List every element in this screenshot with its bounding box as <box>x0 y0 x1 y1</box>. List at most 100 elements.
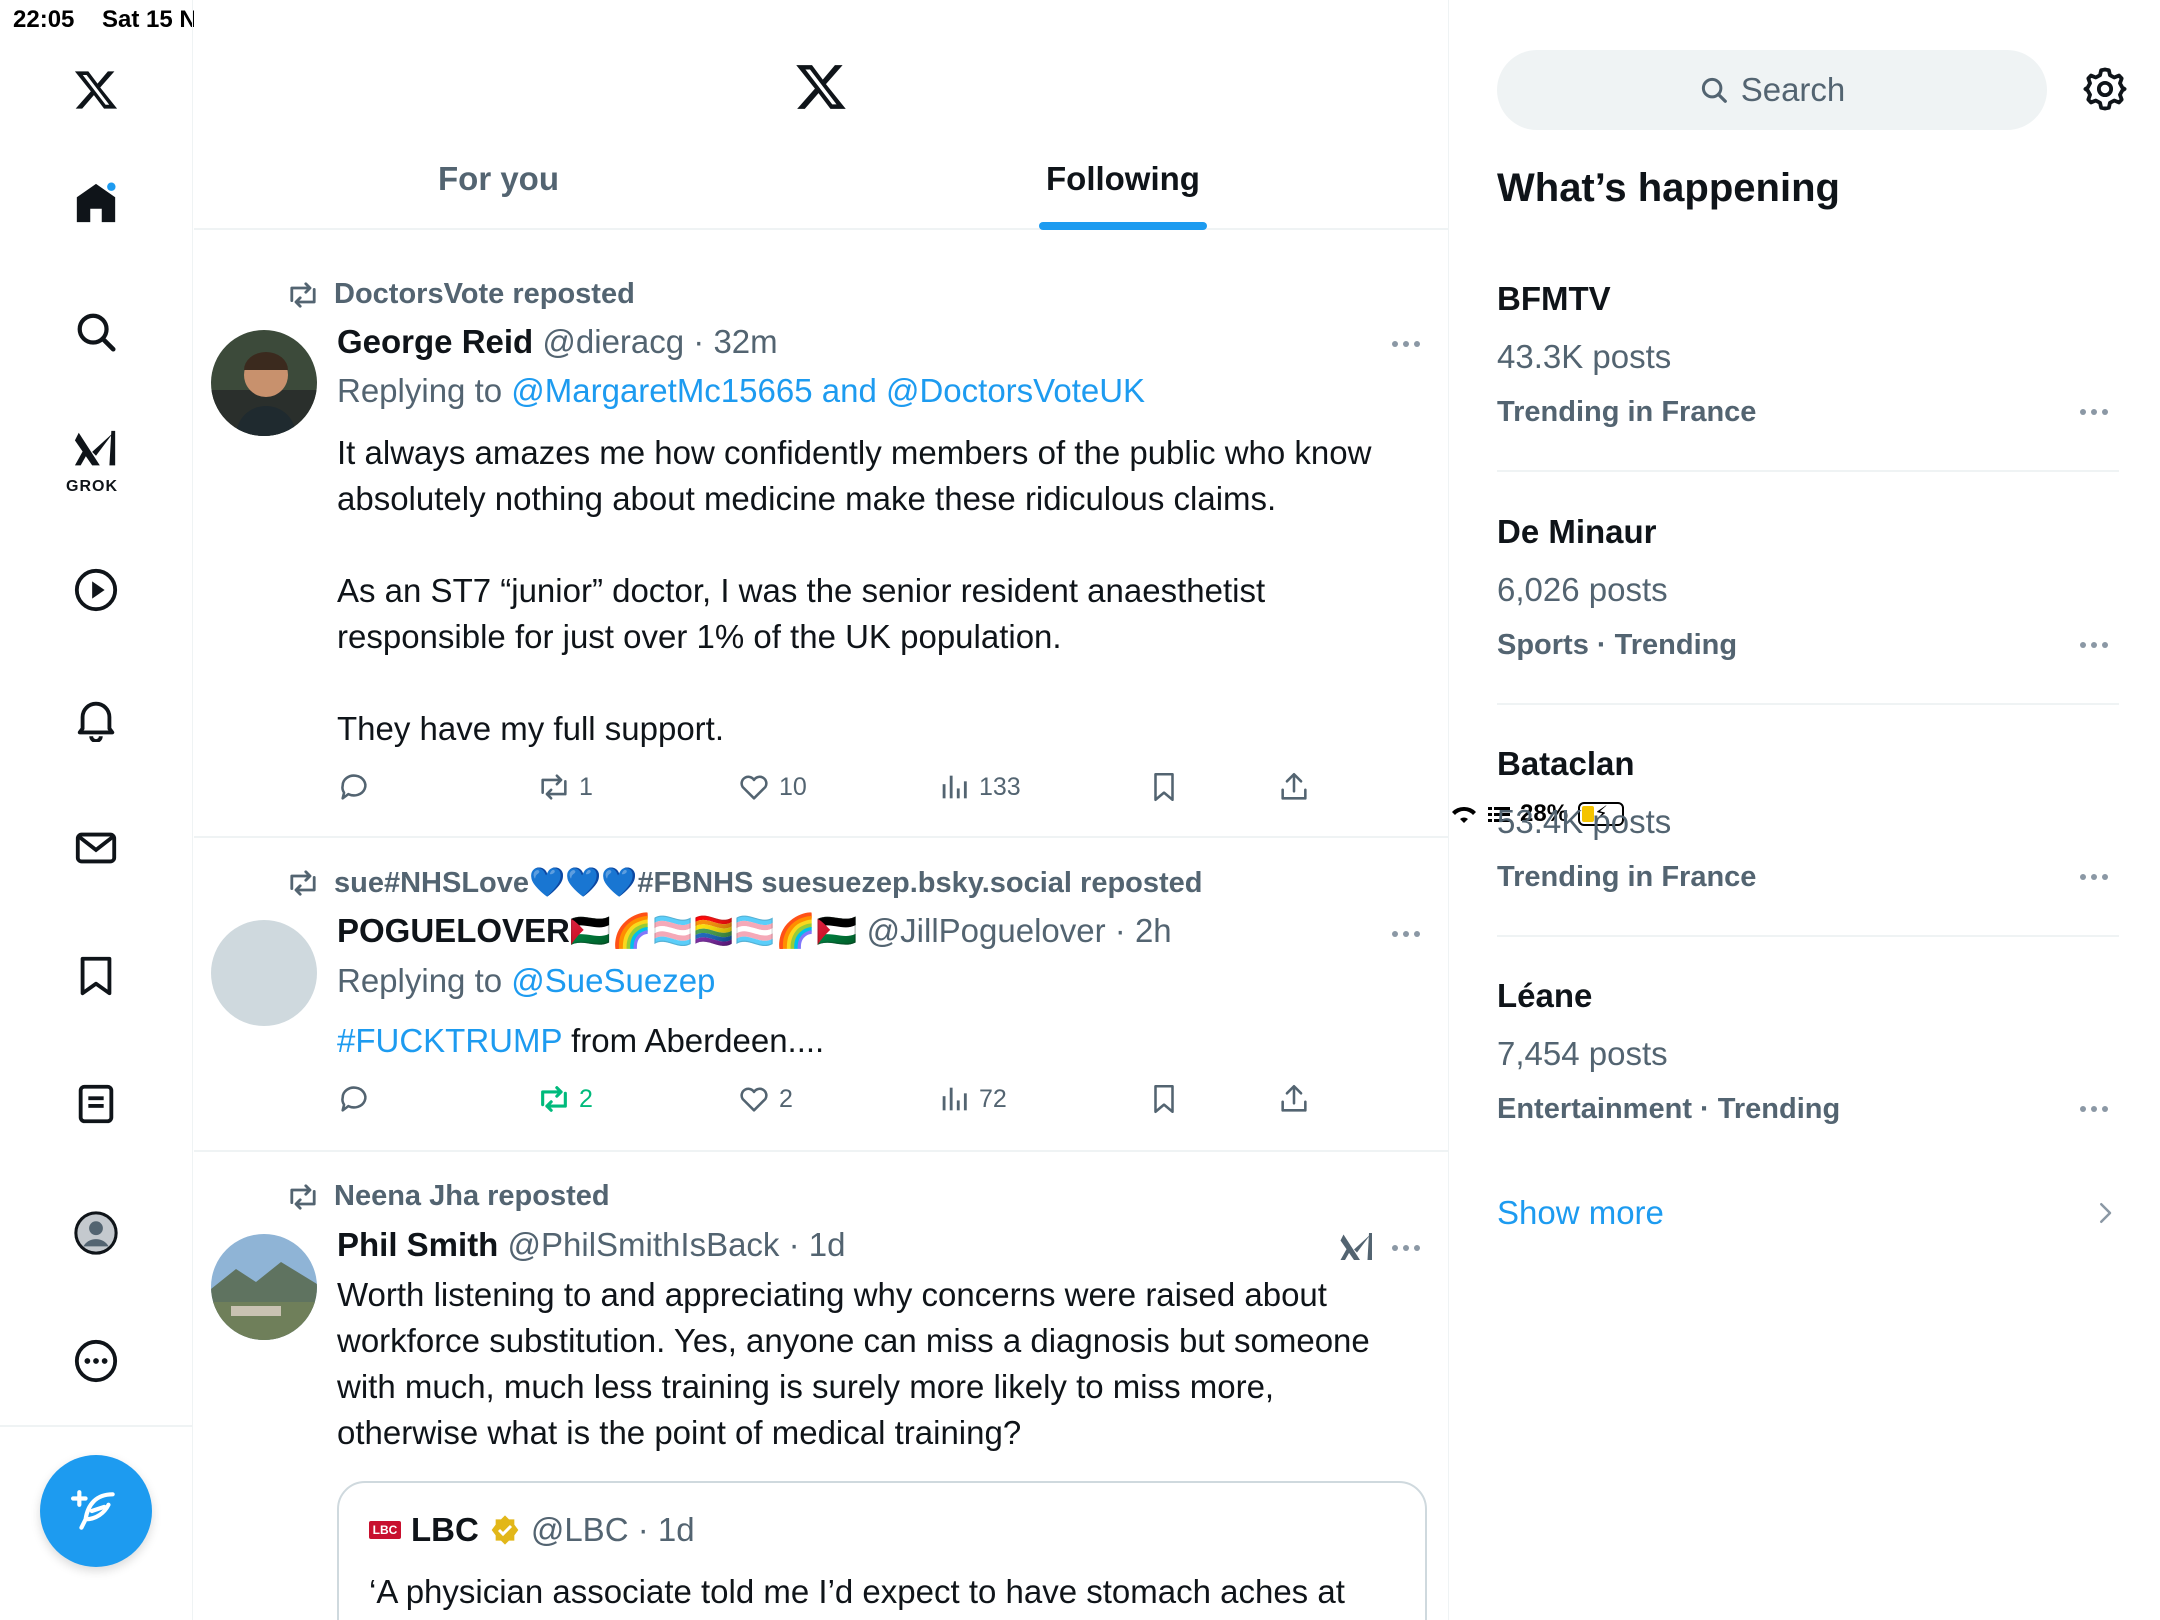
bookmark-button[interactable] <box>1147 1082 1181 1116</box>
post-author-line: George Reid @dieracg · 32m <box>337 323 778 361</box>
search-input[interactable]: Search <box>1497 50 2047 130</box>
replying-to-handles[interactable]: @SueSuezep <box>511 962 715 999</box>
post-author-line: Phil Smith @PhilSmithIsBack · 1d <box>337 1226 845 1264</box>
sidebar: GROK <box>0 0 193 1620</box>
bookmark-button[interactable] <box>1147 770 1181 804</box>
quoted-text: ‘A physician associate told me I’d expec… <box>369 1573 1345 1610</box>
reply-icon <box>341 1086 367 1112</box>
messages-mail-icon[interactable] <box>56 808 136 888</box>
author-name[interactable]: POGUELOVER🇵🇸🌈🏳️‍⚧️🏳️‍🌈🏳️‍⚧️🌈🇵🇸 <box>337 912 858 949</box>
views-button[interactable]: 133 <box>937 770 1021 804</box>
reply-button[interactable] <box>337 1082 371 1116</box>
trend-more-options-icon[interactable] <box>2069 394 2119 430</box>
replying-to: Replying to @MargaretMc15665 and @Doctor… <box>337 372 1145 410</box>
like-button[interactable]: 10 <box>737 770 807 804</box>
repost-icon <box>290 870 316 896</box>
like-button[interactable]: 2 <box>737 1082 793 1116</box>
quoted-handle-time[interactable]: @LBC · 1d <box>531 1511 695 1549</box>
lbc-logo: LBC <box>369 1521 401 1539</box>
settings-gear-icon[interactable] <box>2082 66 2128 112</box>
views-bar-chart-icon <box>942 1087 967 1111</box>
repost-icon <box>541 774 567 800</box>
post-author-line: POGUELOVER🇵🇸🌈🏳️‍⚧️🏳️‍🌈🏳️‍⚧️🌈🇵🇸 @JillPogu… <box>337 912 1172 951</box>
trend-divider <box>1497 470 2119 472</box>
author-name[interactable]: Phil Smith <box>337 1226 498 1263</box>
avatar[interactable] <box>211 330 317 436</box>
grok-label: GROK <box>66 478 118 495</box>
trend-more-options-icon[interactable] <box>2069 1091 2119 1127</box>
replying-to-handles[interactable]: @MargaretMc15665 and @DoctorsVoteUK <box>511 372 1145 409</box>
search-icon[interactable] <box>56 292 136 372</box>
views-count: 133 <box>979 772 1021 801</box>
bookmarks-icon[interactable] <box>56 936 136 1016</box>
post-more-options-icon[interactable] <box>1381 326 1431 362</box>
post-actions: 2 2 72 <box>337 1082 1337 1122</box>
post-more-options-icon[interactable] <box>1381 1230 1431 1266</box>
replying-to: Replying to @SueSuezep <box>337 962 715 1000</box>
profile-avatar-icon[interactable] <box>56 1193 136 1273</box>
reply-button[interactable] <box>337 770 371 804</box>
reply-icon <box>341 774 367 800</box>
post-text-line: with much, much less training is surely … <box>337 1368 1275 1405</box>
share-button[interactable] <box>1277 1082 1311 1116</box>
like-count: 10 <box>779 772 807 801</box>
repost-context: sue#NHSLove💙💙💙#FBNHS suesuezep.bsky.soci… <box>286 866 1203 900</box>
views-button[interactable]: 72 <box>937 1082 1007 1116</box>
avatar[interactable] <box>211 920 317 1026</box>
x-logo-icon[interactable] <box>56 50 136 130</box>
post-text-line: absolutely nothing about medicine make t… <box>337 480 1277 517</box>
repost-icon <box>290 281 316 308</box>
lists-icon[interactable] <box>56 1064 136 1144</box>
bookmark-icon <box>1154 772 1174 802</box>
trend-post-count: 7,454 posts <box>1497 1035 1668 1072</box>
repost-context: Neena Jha reposted <box>286 1180 610 1213</box>
notifications-bell-icon[interactable] <box>56 679 136 759</box>
trend-name: BFMTV <box>1497 280 1611 317</box>
home-icon[interactable] <box>56 163 136 243</box>
post-more-options-icon[interactable] <box>1381 916 1431 952</box>
main-timeline: For you Following DoctorsVote reposted G… <box>194 0 1449 1620</box>
post-text-line: workforce substitution. Yes, anyone can … <box>337 1322 1370 1359</box>
post[interactable]: DoctorsVote reposted George Reid @dierac… <box>194 248 1448 838</box>
trend-item[interactable]: Bataclan 53.4K posts Trending in France <box>1497 745 2119 905</box>
post-text-rest: from Aberdeen.... <box>561 1022 825 1059</box>
tab-following[interactable]: Following <box>1046 160 1200 198</box>
whats-happening-heading: What’s happening <box>1497 166 1840 210</box>
compose-post-button[interactable] <box>40 1455 152 1567</box>
trend-item[interactable]: BFMTV 43.3K posts Trending in France <box>1497 280 2119 440</box>
trend-more-options-icon[interactable] <box>2069 627 2119 663</box>
author-handle-time[interactable]: @dieracg · 32m <box>542 323 777 360</box>
right-sidebar: Search What’s happening BFMTV 43.3K post… <box>1450 0 2160 1620</box>
x-logo-icon[interactable] <box>794 60 848 114</box>
author-handle-time[interactable]: @JillPoguelover · 2h <box>867 912 1172 949</box>
post-text-line: Worth listening to and appreciating why … <box>337 1276 1327 1313</box>
quoted-post[interactable]: LBC LBC @LBC · 1d ‘A physician associate… <box>337 1481 1427 1620</box>
show-more-link[interactable]: Show more <box>1497 1194 1664 1232</box>
verified-badge-icon <box>491 1515 519 1545</box>
chevron-right-icon[interactable] <box>2090 1198 2120 1228</box>
share-icon <box>1281 1084 1307 1112</box>
hashtag-link[interactable]: #FUCKTRUMP <box>337 1022 562 1059</box>
trend-more-options-icon[interactable] <box>2069 859 2119 895</box>
trend-item[interactable]: Léane 7,454 posts Entertainment · Trendi… <box>1497 977 2119 1137</box>
trend-item[interactable]: De Minaur 6,026 posts Sports · Trending <box>1497 513 2119 673</box>
share-button[interactable] <box>1277 770 1311 804</box>
author-name[interactable]: George Reid <box>337 323 533 360</box>
repost-by: DoctorsVote reposted <box>334 278 635 310</box>
more-options-icon[interactable] <box>56 1321 136 1401</box>
author-handle-time[interactable]: @PhilSmithIsBack · 1d <box>508 1226 846 1263</box>
post[interactable]: sue#NHSLove💙💙💙#FBNHS suesuezep.bsky.soci… <box>194 838 1448 1152</box>
repost-button[interactable]: 2 <box>537 1082 593 1116</box>
trend-meta: Sports · Trending <box>1497 629 1738 661</box>
quoted-author-name[interactable]: LBC <box>411 1511 479 1549</box>
tab-for-you[interactable]: For you <box>438 160 559 198</box>
post-actions: 1 10 133 <box>337 770 1337 810</box>
video-icon[interactable] <box>56 550 136 630</box>
grok-icon[interactable] <box>1339 1230 1375 1266</box>
heart-icon <box>740 775 768 800</box>
post-text-line: otherwise what is the point of medical t… <box>337 1414 1022 1451</box>
trend-divider <box>1497 703 2119 705</box>
repost-button[interactable]: 1 <box>537 770 593 804</box>
avatar[interactable] <box>211 1234 317 1340</box>
trend-name: Léane <box>1497 977 1593 1014</box>
